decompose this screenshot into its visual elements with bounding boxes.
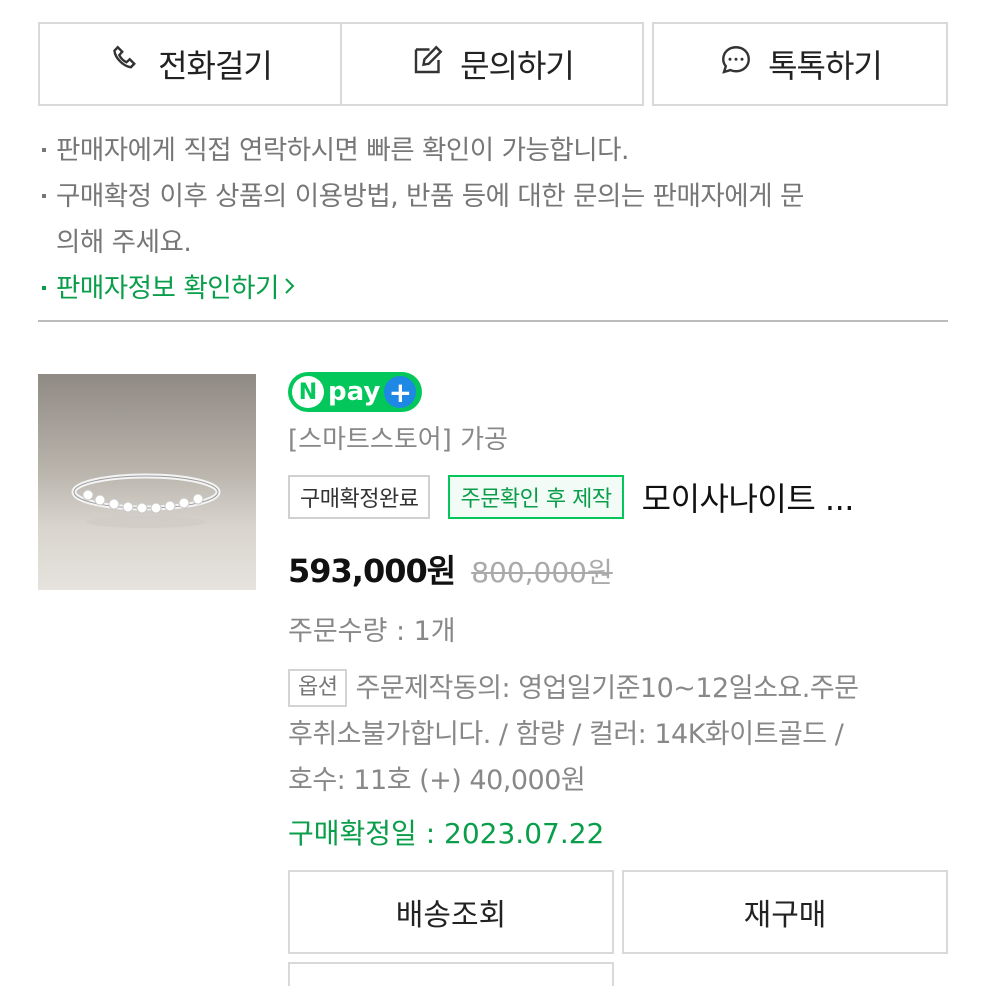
notice-contact: 판매자에게 직접 연락하시면 빠른 확인이 가능합니다. — [38, 128, 948, 174]
npay-plus-badge: N pay + — [288, 372, 423, 412]
notice-inquiry: 구매확정 이후 상품의 이용방법, 반품 등에 대한 문의는 판매자에게 문 의… — [38, 174, 948, 266]
talktalk-button-label: 톡톡하기 — [768, 47, 883, 85]
next-action-button[interactable] — [288, 962, 614, 986]
seller-info-link[interactable]: 판매자정보 확인하기 — [38, 266, 948, 312]
rebuy-button[interactable]: 재구매 — [622, 870, 948, 954]
edit-icon — [410, 42, 446, 86]
rebuy-label: 재구매 — [743, 898, 827, 933]
chevron-right-icon — [283, 266, 297, 312]
npay-badge-label: pay — [328, 377, 381, 407]
price-line: 593,000원 800,000원 — [288, 546, 948, 592]
chat-bubble-icon — [718, 42, 754, 86]
delivery-tracking-label: 배송조회 — [395, 898, 507, 933]
store-name[interactable]: [스마트스토어] 가공 — [288, 422, 948, 458]
product-tag-line: 구매확정완료 주문확인 후 제작 모이사나이트 ... — [288, 474, 948, 520]
naver-n-icon: N — [292, 376, 324, 408]
talktalk-button[interactable]: 톡톡하기 — [652, 22, 948, 106]
seller-info-link-label: 판매자정보 확인하기 — [56, 273, 279, 304]
order-product: N pay + [스마트스토어] 가공 구매확정완료 주문확인 후 제작 모이사… — [288, 372, 948, 854]
delivery-tracking-button[interactable]: 배송조회 — [288, 870, 614, 954]
option-text-line2: 후취소불가합니다. / 함량 / 컬러: 14K화이트골드 / — [288, 719, 844, 750]
product-image[interactable] — [38, 374, 256, 590]
inquiry-button-label: 문의하기 — [460, 47, 575, 85]
status-badge: 구매확정완료 — [288, 475, 431, 519]
purchase-confirm-date: 구매확정일 : 2023.07.22 — [288, 817, 605, 850]
made-to-order-badge: 주문확인 후 제작 — [448, 475, 624, 519]
option-text-line3: 호수: 11호 (+) 40,000원 — [288, 765, 586, 796]
order-quantity: 주문수량 : 1개 — [288, 616, 456, 647]
contact-buttons: 전화걸기 문의하기 톡톡하기 — [38, 22, 948, 106]
option-badge: 옵션 — [288, 669, 348, 707]
inquiry-button[interactable]: 문의하기 — [340, 22, 644, 106]
notice-inquiry-line2: 의해 주세요. — [56, 227, 192, 258]
original-price: 800,000원 — [471, 556, 613, 589]
notice-list: 판매자에게 직접 연락하시면 빠른 확인이 가능합니다. 구매확정 이후 상품의… — [38, 128, 948, 312]
product-name[interactable]: 모이사나이트 ... — [642, 474, 855, 520]
option-info: 옵션 주문제작동의: 영업일기준10~12일소요.주문 후취소불가합니다. / 함… — [288, 666, 948, 804]
call-button-label: 전화걸기 — [158, 47, 273, 85]
plus-icon: + — [384, 376, 417, 409]
section-divider — [38, 320, 948, 322]
call-button[interactable]: 전화걸기 — [38, 22, 342, 106]
sale-price: 593,000원 — [288, 552, 456, 590]
phone-icon — [108, 42, 144, 86]
option-text-line1: 주문제작동의: 영업일기준10~12일소요.주문 — [355, 673, 859, 704]
notice-inquiry-line1: 구매확정 이후 상품의 이용방법, 반품 등에 대한 문의는 판매자에게 문 — [56, 181, 804, 212]
